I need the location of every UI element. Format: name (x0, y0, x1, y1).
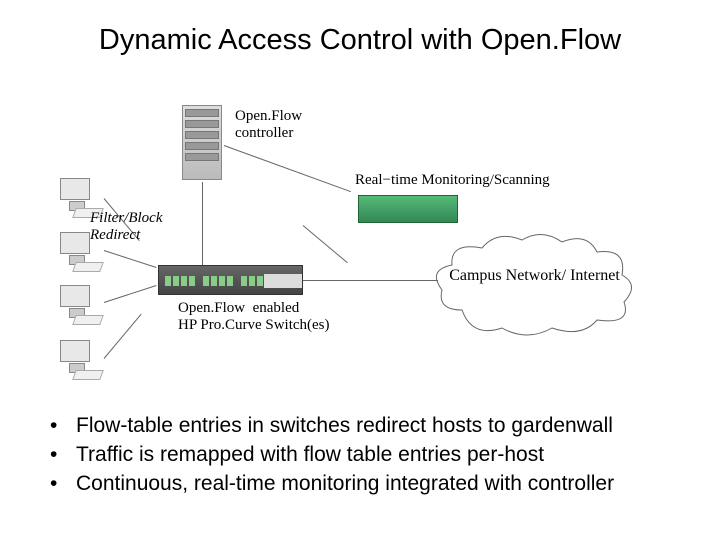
monitoring-appliance-icon (358, 195, 458, 223)
host-4 (60, 340, 104, 380)
host-3 (60, 285, 104, 325)
bullet-1-text: Flow-table entries in switches redirect … (76, 412, 613, 441)
filter-block-label: Filter/Block Redirect (90, 210, 162, 244)
line-monitorbox-switch (303, 225, 348, 263)
diagram-area: Campus Network/ Internet Open.Flow contr… (60, 100, 660, 380)
slide-title: Dynamic Access Control with Open.Flow (0, 24, 720, 57)
bullet-2-text: Traffic is remapped with flow table entr… (76, 441, 544, 470)
monitoring-label: Real−time Monitoring/Scanning (355, 172, 550, 189)
bullet-2: •Traffic is remapped with flow table ent… (50, 441, 614, 470)
line-host4-switch (104, 314, 142, 359)
cloud-icon: Campus Network/ Internet (432, 230, 637, 340)
line-host3-switch (104, 285, 157, 303)
line-controller-monitorbox (224, 145, 351, 192)
bullet-list: •Flow-table entries in switches redirect… (50, 412, 614, 499)
line-switch-cloud (303, 280, 438, 281)
controller-server-icon (182, 105, 222, 180)
switch-caption: Open.Flow enabled HP Pro.Curve Switch(es… (178, 300, 330, 334)
bullet-1: •Flow-table entries in switches redirect… (50, 412, 614, 441)
bullet-3-text: Continuous, real-time monitoring integra… (76, 470, 614, 499)
cloud-label: Campus Network/ Internet (432, 266, 637, 285)
controller-label: Open.Flow controller (235, 108, 302, 142)
bullet-3: •Continuous, real-time monitoring integr… (50, 470, 614, 499)
line-host2-switch (104, 250, 157, 268)
switch-icon (158, 265, 303, 295)
line-controller-switch (202, 182, 203, 265)
